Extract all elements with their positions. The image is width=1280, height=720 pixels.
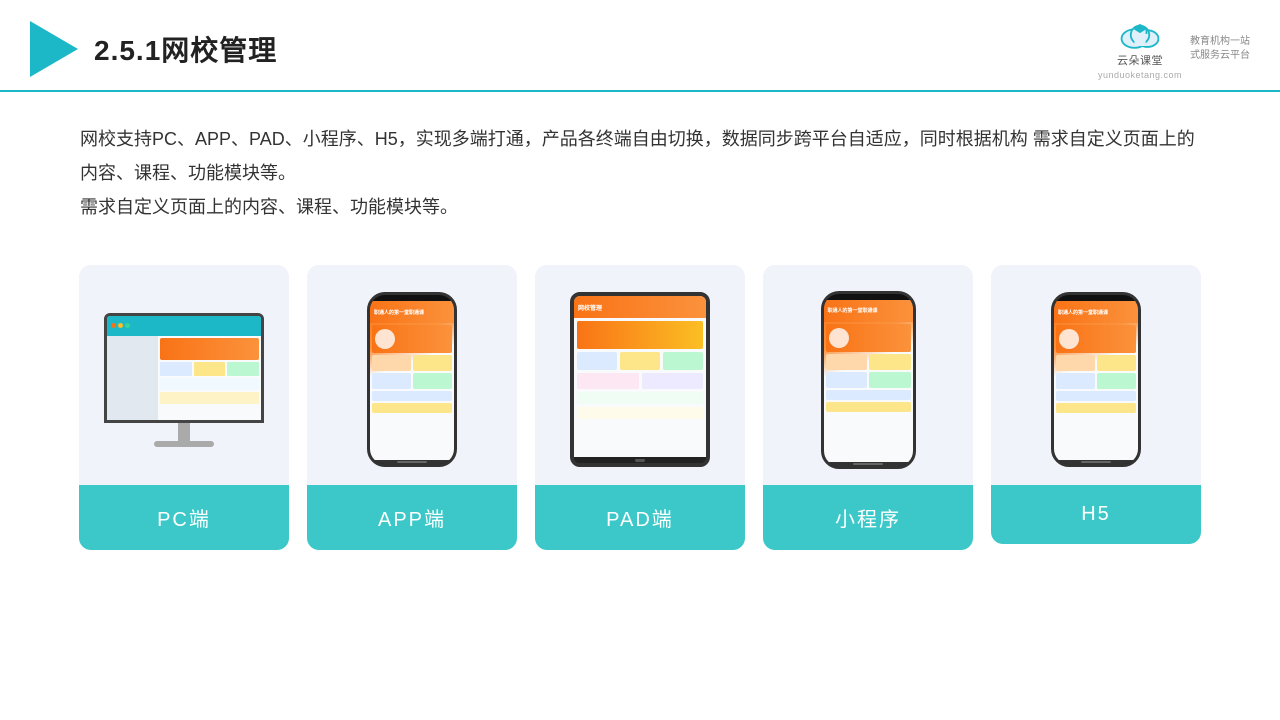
card-h5-image: 职通人的第一堂职通课	[991, 265, 1201, 485]
h5-home-line	[1081, 461, 1111, 463]
h5-notch	[1082, 295, 1110, 301]
miniprogram-notch	[854, 294, 882, 300]
phone-screen: 职通人的第一堂职通课	[370, 301, 454, 460]
phone-notch	[398, 295, 426, 301]
monitor-body	[104, 313, 264, 423]
screen-main	[158, 336, 261, 420]
screen-sidebar	[107, 336, 158, 420]
header-right: 云朵课堂 yunduoketang.com 教育机构一站式服务云平台	[1098, 18, 1250, 80]
phone-header-text: 职通人的第一堂职通课	[374, 309, 424, 316]
pad-content	[574, 318, 706, 457]
screen-cards	[160, 362, 259, 376]
phone-row-2	[372, 373, 452, 389]
monitor-stand	[178, 423, 190, 441]
miniprogram-header-text: 职通人的第一堂职通课	[828, 307, 878, 314]
screen-card-3	[227, 362, 259, 376]
card-h5-label: H5	[991, 485, 1201, 544]
brand-name: 云朵课堂	[1117, 52, 1163, 68]
brand-tagline: 教育机构一站式服务云平台	[1190, 35, 1250, 63]
logo-triangle-icon	[30, 21, 78, 77]
monitor-base	[154, 441, 214, 447]
screen-card-1	[160, 362, 192, 376]
h5-home-bar	[1054, 460, 1138, 464]
h5-screen: 职通人的第一堂职通课	[1054, 301, 1138, 460]
app-phone-mock: 职通人的第一堂职通课	[367, 292, 457, 467]
h5-row-2	[1056, 373, 1136, 389]
pad-card-3	[663, 352, 703, 370]
h5-item-3	[1056, 373, 1095, 389]
card-app-image: 职通人的第一堂职通课	[307, 265, 517, 485]
pad-home-bar	[574, 457, 706, 463]
card-miniprogram-label: 小程序	[763, 485, 973, 550]
phone-row-1	[372, 355, 452, 371]
phone-home-line	[397, 461, 427, 463]
h5-phone-mock: 职通人的第一堂职通课	[1051, 292, 1141, 467]
platform-cards-container: PC端 职通人的第一堂职通课	[0, 235, 1280, 570]
pad-screen: 网校管理	[574, 296, 706, 457]
card-pc: PC端	[79, 265, 289, 550]
miniprogram-content	[824, 322, 913, 414]
pad-device-mock: 网校管理	[570, 292, 710, 467]
card-pad-label: PAD端	[535, 485, 745, 550]
pc-device-mock	[104, 313, 264, 447]
pad-header: 网校管理	[574, 296, 706, 318]
card-pc-image	[79, 265, 289, 485]
screen-content	[107, 336, 261, 420]
pad-banner	[577, 321, 703, 349]
header-left: 2.5.1网校管理	[30, 21, 277, 77]
pad-cards-row-2	[577, 373, 703, 389]
card-pad-image: 网校管理	[535, 265, 745, 485]
mini-item-1	[826, 354, 868, 370]
pad-home-button	[635, 459, 645, 462]
card-app-label: APP端	[307, 485, 517, 550]
phone-item-2	[413, 355, 452, 371]
h5-item-4	[1097, 373, 1136, 389]
pad-card-1	[577, 352, 617, 370]
h5-header-text: 职通人的第一堂职通课	[1058, 309, 1108, 316]
h5-content	[1054, 323, 1138, 415]
miniprogram-home-bar	[824, 462, 913, 466]
mini-item-2	[869, 354, 911, 370]
pad-card-2	[620, 352, 660, 370]
phone-item-1	[372, 355, 411, 371]
h5-header: 职通人的第一堂职通课	[1054, 301, 1138, 323]
card-h5: 职通人的第一堂职通课	[991, 265, 1201, 544]
mini-item-4	[869, 372, 911, 388]
phone-content	[370, 323, 454, 415]
phone-item-3	[372, 373, 411, 389]
h5-item-2	[1097, 355, 1136, 371]
miniprogram-home-line	[853, 463, 883, 465]
phone-header: 职通人的第一堂职通课	[370, 301, 454, 323]
h5-item-1	[1056, 355, 1095, 371]
card-pc-label: PC端	[79, 485, 289, 550]
phone-home-bar	[370, 460, 454, 464]
mini-row-1	[826, 354, 911, 370]
pad-header-text: 网校管理	[578, 303, 602, 312]
phone-item-4	[413, 373, 452, 389]
h5-row-1	[1056, 355, 1136, 371]
brand-url: yunduoketang.com	[1098, 70, 1182, 80]
card-app: 职通人的第一堂职通课	[307, 265, 517, 550]
cloud-logo-icon	[1116, 18, 1164, 50]
page-header: 2.5.1网校管理 云朵课堂 yunduoketang.com 教育机构一站式服…	[0, 0, 1280, 92]
miniprogram-header: 职通人的第一堂职通课	[824, 300, 913, 322]
screen-card-2	[194, 362, 226, 376]
mini-row-2	[826, 372, 911, 388]
mini-item-3	[826, 372, 868, 388]
pad-cards-row-1	[577, 352, 703, 370]
page-title: 2.5.1网校管理	[94, 29, 277, 69]
brand-logo: 云朵课堂 yunduoketang.com	[1098, 18, 1182, 80]
card-miniprogram: 职通人的第一堂职通课	[763, 265, 973, 550]
monitor-screen	[107, 316, 261, 420]
page-description: 网校支持PC、APP、PAD、小程序、H5，实现多端打通，产品各终端自由切换，数…	[0, 92, 1280, 235]
card-miniprogram-image: 职通人的第一堂职通课	[763, 265, 973, 485]
screen-banner	[160, 338, 259, 360]
miniprogram-phone-mock: 职通人的第一堂职通课	[821, 291, 916, 469]
screen-top-bar	[107, 316, 261, 336]
miniprogram-screen: 职通人的第一堂职通课	[824, 300, 913, 462]
card-pad: 网校管理	[535, 265, 745, 550]
